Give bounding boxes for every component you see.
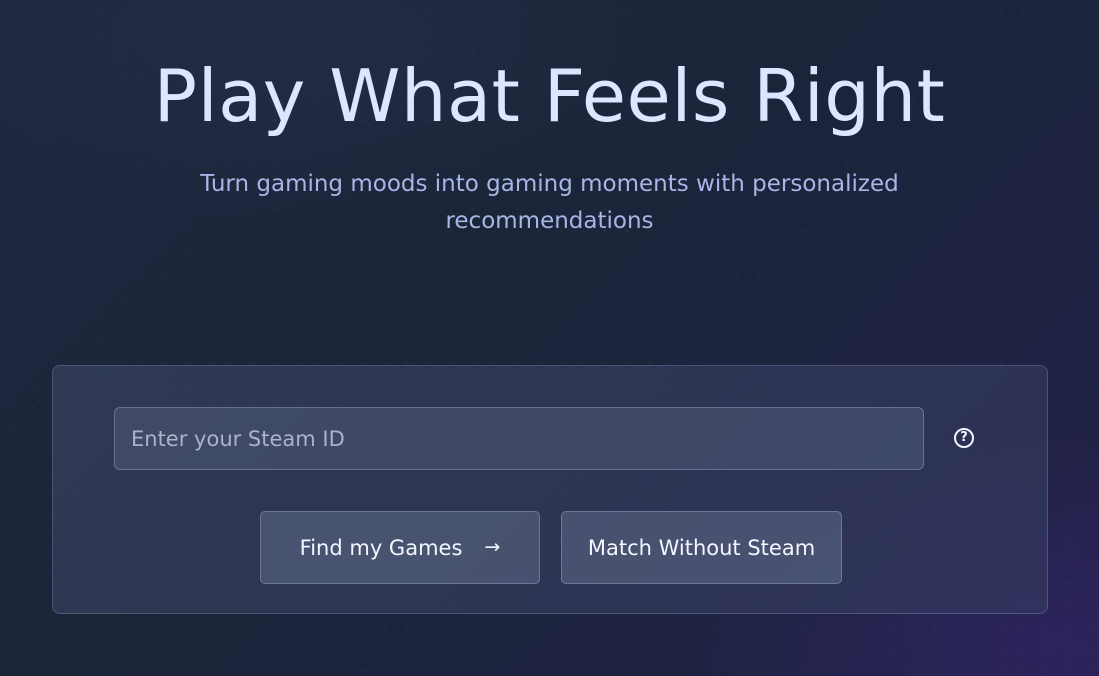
steam-id-card: ? Find my Games → Match Without Steam	[52, 365, 1048, 614]
question-circle-icon[interactable]: ?	[954, 428, 974, 448]
find-my-games-label: Find my Games	[299, 535, 463, 560]
page-title: Play What Feels Right	[153, 54, 946, 138]
arrow-right-icon: →	[484, 536, 501, 558]
steam-id-input[interactable]	[114, 407, 924, 470]
page-subtitle: Turn gaming moods into gaming moments wi…	[200, 171, 899, 234]
match-without-steam-button[interactable]: Match Without Steam	[561, 511, 842, 584]
match-without-steam-label: Match Without Steam	[587, 535, 816, 560]
find-my-games-button[interactable]: Find my Games →	[260, 511, 540, 584]
